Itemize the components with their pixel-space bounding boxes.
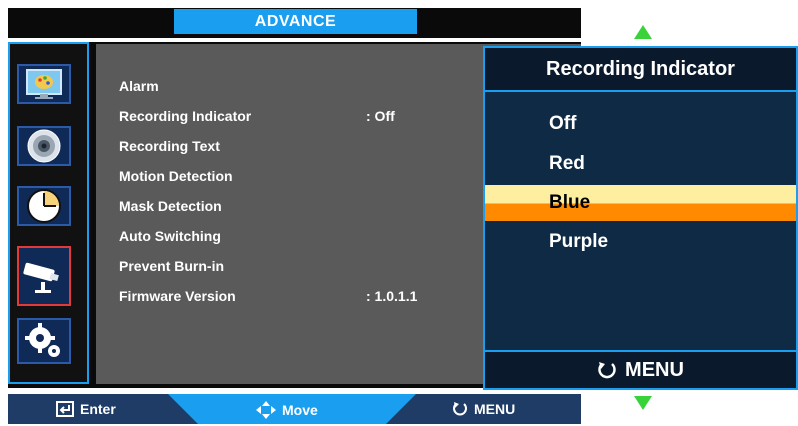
menu-hint: MENU — [452, 401, 515, 417]
sidebar-item-audio[interactable] — [17, 126, 71, 166]
sidebar-item-setup[interactable] — [17, 318, 71, 364]
enter-hint: Enter — [56, 401, 116, 417]
popup-menu-button[interactable]: MENU — [485, 350, 796, 388]
move-hint: Move — [256, 401, 318, 419]
scroll-down-arrow-icon[interactable] — [634, 396, 652, 410]
option-red[interactable]: Red — [485, 146, 796, 182]
menu-item-recording-text[interactable]: Recording Text — [119, 138, 220, 154]
camera-icon — [23, 262, 59, 293]
return-icon — [453, 402, 467, 416]
menu-item-firmware-version[interactable]: Firmware Version — [119, 288, 236, 304]
sidebar-item-picture[interactable] — [17, 64, 71, 104]
return-icon — [598, 362, 616, 379]
enter-icon — [56, 401, 74, 417]
popup-menu-label: MENU — [625, 358, 684, 381]
scroll-up-arrow-icon[interactable] — [634, 25, 652, 39]
sidebar-item-advance[interactable] — [17, 246, 71, 306]
move-label: Move — [282, 402, 318, 418]
move-arrows-icon — [256, 401, 276, 419]
popup-title: Recording Indicator — [485, 48, 796, 92]
option-purple[interactable]: Purple — [485, 224, 796, 260]
speaker-icon — [27, 129, 61, 163]
menu-item-alarm[interactable]: Alarm — [119, 78, 159, 94]
clock-icon — [27, 189, 61, 223]
sidebar-item-time[interactable] — [17, 186, 71, 226]
gears-icon — [25, 323, 60, 357]
firmware-version-value: : 1.0.1.1 — [366, 288, 418, 304]
recording-indicator-popup: Recording Indicator Off Red Blue Purple … — [483, 46, 798, 390]
menu-item-recording-indicator[interactable]: Recording Indicator — [119, 108, 251, 124]
option-blue[interactable]: Blue — [485, 185, 796, 221]
menu-item-motion-detection[interactable]: Motion Detection — [119, 168, 233, 184]
monitor-palette-icon — [26, 69, 62, 99]
recording-indicator-value: : Off — [366, 108, 395, 124]
menu-item-mask-detection[interactable]: Mask Detection — [119, 198, 222, 214]
enter-label: Enter — [80, 401, 116, 417]
menu-label: MENU — [474, 401, 516, 417]
menu-item-auto-switching[interactable]: Auto Switching — [119, 228, 221, 244]
menu-item-prevent-burn-in[interactable]: Prevent Burn-in — [119, 258, 224, 274]
option-off[interactable]: Off — [485, 106, 796, 142]
page-title: ADVANCE — [174, 9, 417, 34]
